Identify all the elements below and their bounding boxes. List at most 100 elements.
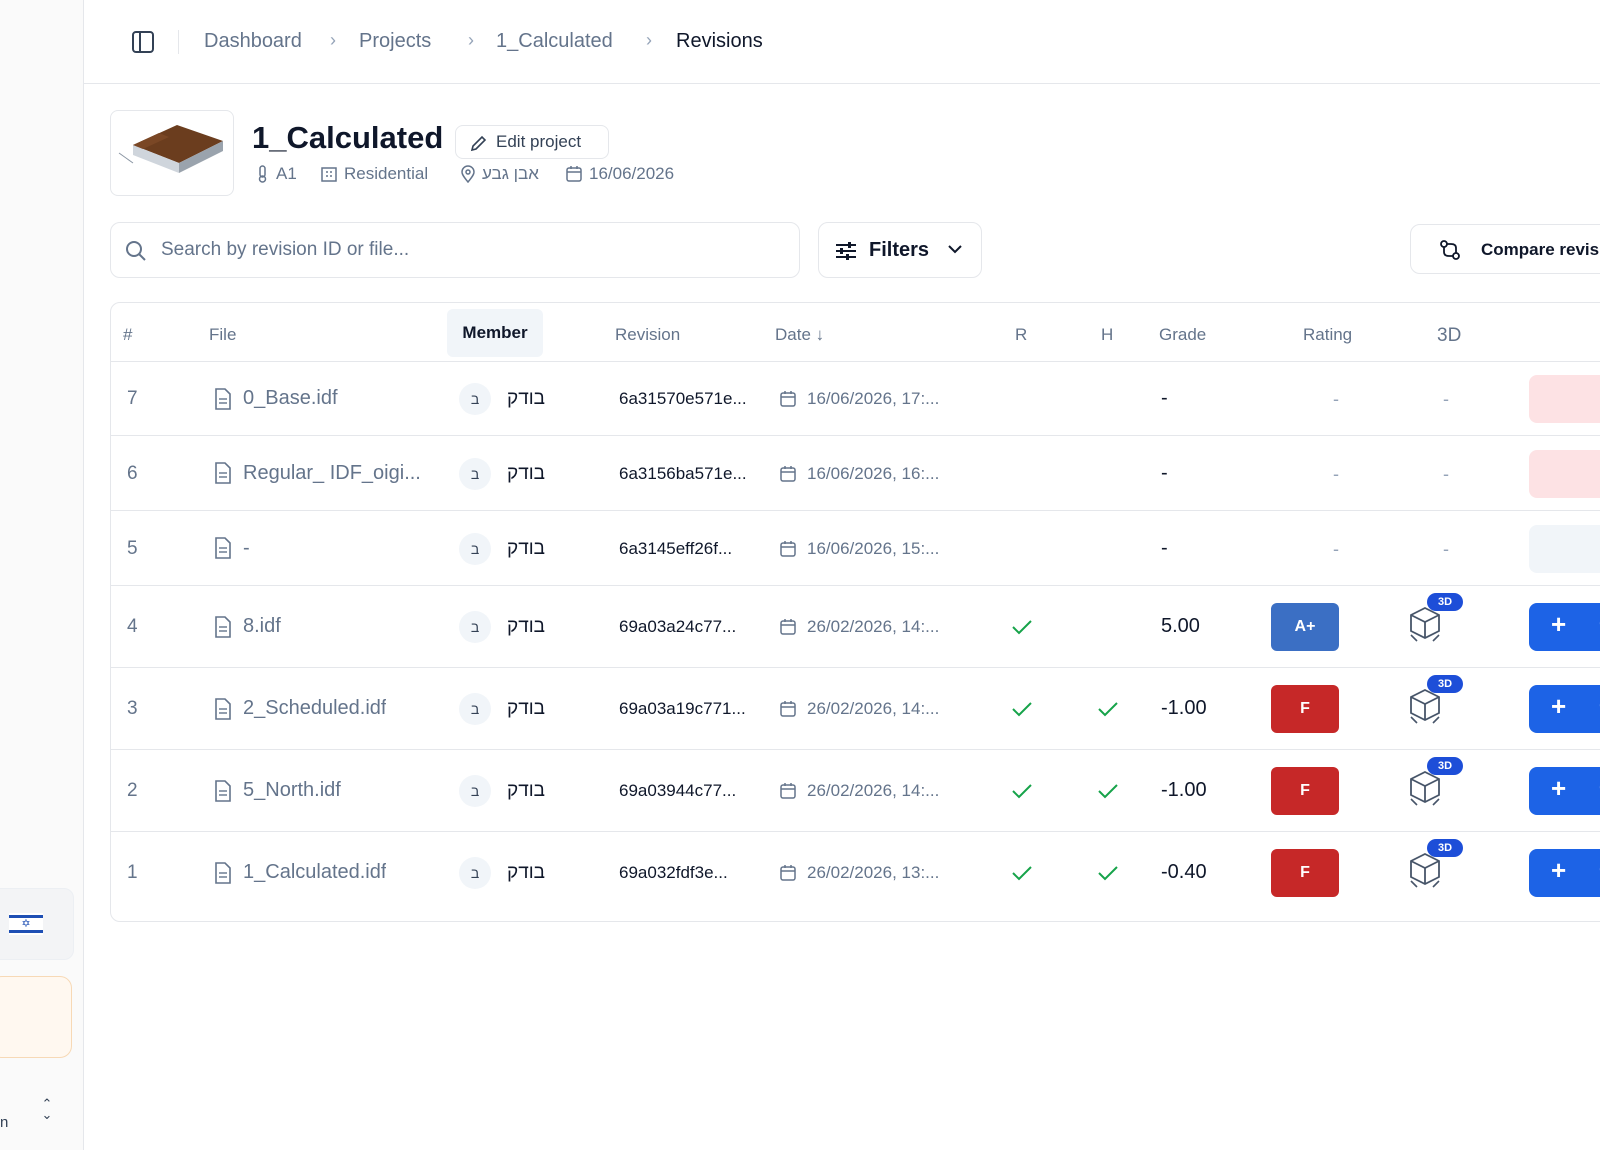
plus-icon: +	[1551, 609, 1567, 639]
table-row[interactable]: 3 2_Scheduled.idf ב בודק 69a03a19c771... 26/0…	[111, 667, 1600, 749]
file-cell[interactable]: 1_Calculated.idf	[213, 861, 443, 884]
3d-view-button[interactable]: 3D	[1399, 593, 1463, 643]
check-icon	[1011, 864, 1033, 887]
add-button[interactable]: +C	[1529, 849, 1600, 897]
breadcrumb-projects[interactable]: Projects	[359, 30, 431, 53]
project-level: A1	[256, 164, 297, 184]
file-name: -	[243, 536, 250, 559]
file-cell[interactable]: 8.idf	[213, 615, 443, 638]
row-number: 3	[127, 698, 138, 719]
status-button[interactable]	[1529, 375, 1600, 423]
sidebar-toggle-icon[interactable]	[132, 31, 154, 53]
avatar: ב	[459, 857, 491, 889]
file-name: Regular_ IDF_oigi...	[243, 461, 421, 484]
table-row[interactable]: 1 1_Calculated.idf ב בודק 69a032fdf3e... 26/0…	[111, 831, 1600, 913]
language-switcher[interactable]: ✡	[0, 888, 74, 960]
breadcrumb-project[interactable]: 1_Calculated	[496, 30, 613, 53]
israel-flag-icon: ✡	[9, 913, 43, 935]
filters-button[interactable]: Filters	[818, 222, 982, 278]
column-header-file[interactable]: File	[209, 325, 236, 345]
table-row[interactable]: 6 Regular_ IDF_oigi... ב בודק 6a3156ba571e..…	[111, 435, 1600, 510]
avatar: ב	[459, 532, 491, 565]
edit-project-button[interactable]: Edit project	[455, 125, 609, 159]
member-name: בודק	[507, 698, 546, 719]
thermometer-icon	[258, 165, 267, 183]
add-button[interactable]: +C	[1529, 603, 1600, 651]
chevrons-up-down-icon[interactable]: ⌃ ⌄	[38, 1097, 56, 1122]
top-bar: Dashboard › Projects › 1_Calculated › Re…	[84, 0, 1600, 84]
table-row[interactable]: 7 0_Base.idf ב בודק 6a31570e571e... 16/06/202…	[111, 361, 1600, 435]
row-number: 2	[127, 780, 138, 801]
table-row[interactable]: 5 - ב בודק 6a3145eff26f... 16/06/2026, 15:...…	[111, 510, 1600, 585]
rating-label: F	[1271, 767, 1339, 815]
date-cell: 26/02/2026, 14:...	[779, 617, 969, 637]
column-header-grade[interactable]: Grade	[1159, 325, 1206, 345]
revision-id[interactable]: 6a3156ba571e...	[619, 464, 759, 484]
calendar-icon	[780, 865, 796, 881]
avatar: ב	[459, 457, 491, 490]
column-header-revision[interactable]: Revision	[615, 325, 680, 345]
project-date: 16/06/2026	[565, 164, 674, 184]
add-button[interactable]: +C	[1529, 767, 1600, 815]
check-icon	[1097, 782, 1119, 805]
revision-date: 26/02/2026, 13:...	[807, 863, 940, 882]
revision-id[interactable]: 6a31570e571e...	[619, 389, 759, 409]
revision-id[interactable]: 69a03944c77...	[619, 781, 759, 801]
breadcrumb-dashboard[interactable]: Dashboard	[204, 30, 302, 53]
grade-value: 5.00	[1161, 615, 1200, 637]
file-icon	[215, 615, 231, 638]
calendar-icon	[566, 166, 582, 182]
search-input[interactable]	[161, 235, 781, 265]
rating-empty: -	[1333, 463, 1339, 484]
file-cell[interactable]: -	[213, 537, 443, 560]
revision-id[interactable]: 69a03a24c77...	[619, 617, 759, 637]
plus-icon: +	[1551, 855, 1567, 885]
compare-revisions-button[interactable]: Compare revisions	[1410, 224, 1600, 274]
chevron-down-icon	[948, 245, 962, 254]
date-cell: 26/02/2026, 14:...	[779, 699, 969, 719]
table-row[interactable]: 4 8.idf ב בודק 69a03a24c77... 26/02/2026, 14:…	[111, 585, 1600, 667]
promo-card[interactable]	[0, 976, 72, 1058]
rating-badge: F	[1271, 767, 1339, 815]
grade-value: -	[1161, 536, 1168, 559]
compare-label: Compare revisions	[1481, 240, 1600, 259]
file-cell[interactable]: 5_North.idf	[213, 779, 443, 802]
column-header-rating[interactable]: Rating	[1303, 325, 1352, 345]
revision-id[interactable]: 69a032fdf3e...	[619, 863, 759, 883]
column-header-date[interactable]: Date ↓	[775, 325, 824, 345]
sidebar: ✡ ⌃ ⌄ n	[0, 0, 84, 1150]
date-cell: 26/02/2026, 14:...	[779, 781, 969, 801]
grade-value: -1.00	[1161, 779, 1207, 801]
calendar-icon	[780, 783, 796, 799]
3d-view-button[interactable]: 3D	[1399, 757, 1463, 807]
file-cell[interactable]: 2_Scheduled.idf	[213, 697, 443, 720]
file-icon	[215, 387, 231, 410]
add-button[interactable]: +C	[1529, 685, 1600, 733]
status-button[interactable]	[1529, 524, 1600, 573]
file-icon	[215, 779, 231, 802]
calendar-icon	[780, 701, 796, 717]
3d-empty: -	[1443, 463, 1449, 484]
calendar-icon	[780, 619, 796, 635]
3d-view-button[interactable]: 3D	[1399, 839, 1463, 889]
revision-date: 16/06/2026, 17:...	[807, 389, 940, 408]
date-cell: 16/06/2026, 15:...	[779, 539, 969, 559]
project-type-value: Residential	[344, 164, 429, 183]
member-cell: ב בודק	[459, 457, 545, 490]
revision-id[interactable]: 69a03a19c771...	[619, 699, 759, 719]
file-cell[interactable]: Regular_ IDF_oigi...	[213, 462, 443, 485]
rating-label: F	[1271, 849, 1339, 897]
row-number: 4	[127, 616, 138, 637]
status-button[interactable]	[1529, 449, 1600, 498]
chevron-right-icon: ›	[646, 30, 652, 50]
column-header-member[interactable]: Member	[447, 309, 543, 357]
table-row[interactable]: 2 5_North.idf ב בודק 69a03944c77... 26/02/202…	[111, 749, 1600, 831]
3d-view-button[interactable]: 3D	[1399, 675, 1463, 725]
file-cell[interactable]: 0_Base.idf	[213, 387, 443, 410]
file-icon	[215, 861, 231, 884]
check-icon	[1011, 618, 1033, 641]
chevron-right-icon: ›	[330, 30, 336, 50]
git-compare-icon	[1440, 240, 1460, 260]
pencil-icon	[470, 135, 487, 152]
revision-id[interactable]: 6a3145eff26f...	[619, 539, 759, 559]
